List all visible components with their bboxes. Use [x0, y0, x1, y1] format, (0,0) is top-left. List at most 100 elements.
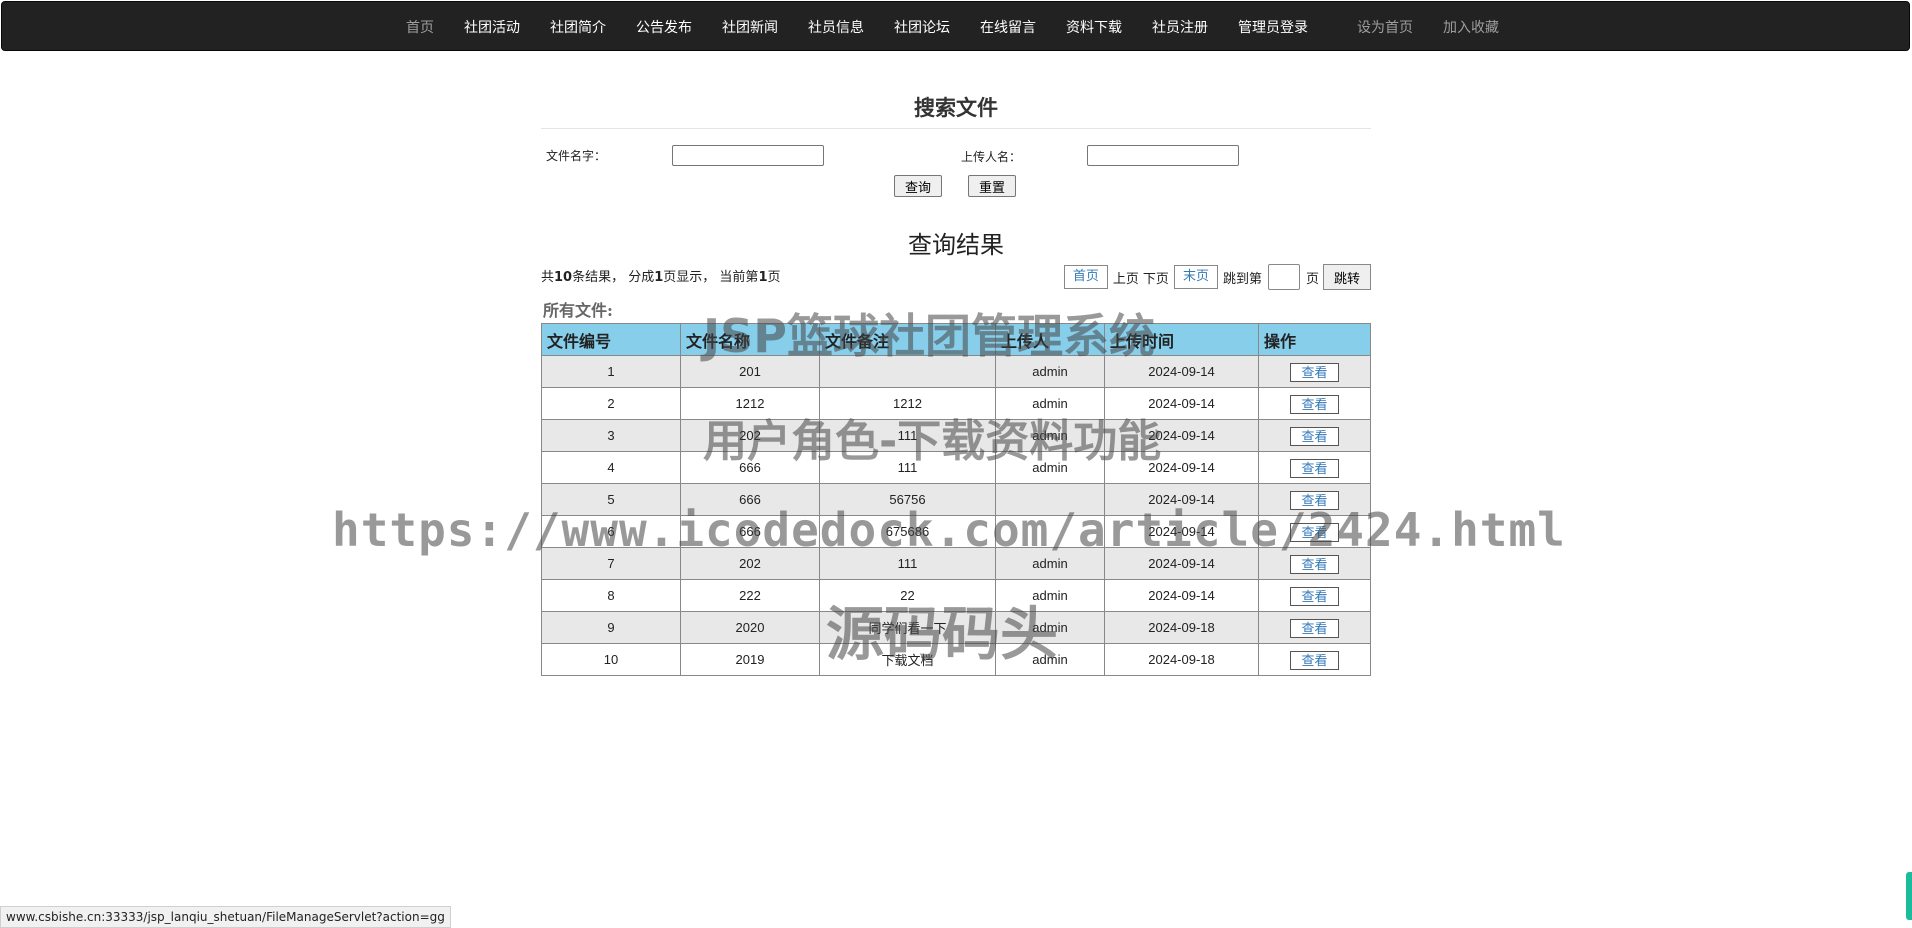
cell-file-note: 111	[819, 451, 996, 484]
view-button[interactable]: 查看	[1290, 619, 1339, 638]
cell-file-id: 10	[541, 643, 681, 676]
cell-uploader: admin	[995, 547, 1105, 580]
cell-action: 查看	[1258, 515, 1371, 548]
view-button[interactable]: 查看	[1290, 651, 1339, 670]
pagination: 首页 上页 下页 末页 跳到第 页 跳转	[1061, 264, 1371, 290]
all-files-label: 所有文件:	[543, 301, 613, 320]
nav-item-forum[interactable]: 社团论坛	[894, 17, 950, 37]
table-row: 2 1212 1212 admin 2024-09-14 查看	[541, 387, 1371, 420]
results-title: 查询结果	[908, 231, 1004, 259]
add-favorite-link[interactable]: 加入收藏	[1443, 17, 1499, 37]
nav-item-downloads[interactable]: 资料下载	[1066, 17, 1122, 37]
cell-uploader: admin	[995, 611, 1105, 644]
cell-uploader	[995, 483, 1105, 516]
cell-upload-time: 2024-09-18	[1104, 643, 1259, 676]
nav-item-activities[interactable]: 社团活动	[464, 17, 520, 37]
last-page-button[interactable]: 末页	[1173, 265, 1218, 289]
view-button[interactable]: 查看	[1290, 555, 1339, 574]
view-button[interactable]: 查看	[1290, 491, 1339, 510]
table-row: 7 202 111 admin 2024-09-14 查看	[541, 547, 1371, 580]
cell-file-name: 202	[680, 547, 820, 580]
nav-menu: 首页 社团活动 社团简介 公告发布 社团新闻 社员信息 社团论坛 在线留言 资料…	[406, 2, 1338, 52]
cell-file-id: 1	[541, 355, 681, 388]
view-button[interactable]: 查看	[1290, 363, 1339, 382]
cell-action: 查看	[1258, 547, 1371, 580]
cell-file-id: 2	[541, 387, 681, 420]
main-content: 搜索文件 文件名字： 上传人名： 查询 重置 查询结果 共10条结果， 分成1页…	[541, 52, 1371, 676]
cell-action: 查看	[1258, 387, 1371, 420]
nav-item-home[interactable]: 首页	[406, 17, 434, 37]
cell-action: 查看	[1258, 483, 1371, 516]
cell-upload-time: 2024-09-14	[1104, 451, 1259, 484]
cell-file-note: 675686	[819, 515, 996, 548]
cell-action: 查看	[1258, 355, 1371, 388]
cell-upload-time: 2024-09-18	[1104, 611, 1259, 644]
cell-file-note: 22	[819, 579, 996, 612]
view-button[interactable]: 查看	[1290, 427, 1339, 446]
view-button[interactable]: 查看	[1290, 459, 1339, 478]
summary-prefix: 共	[541, 270, 555, 285]
summary-mid2: 页显示， 当前第	[663, 270, 759, 285]
uploader-input[interactable]	[1087, 145, 1239, 166]
query-button[interactable]: 查询	[894, 175, 943, 197]
table-row: 3 202 111 admin 2024-09-14 查看	[541, 419, 1371, 452]
reset-button[interactable]: 重置	[968, 175, 1017, 197]
cell-upload-time: 2024-09-14	[1104, 483, 1259, 516]
cell-file-id: 6	[541, 515, 681, 548]
cell-upload-time: 2024-09-14	[1104, 355, 1259, 388]
jump-button[interactable]: 跳转	[1322, 264, 1371, 290]
first-page-button[interactable]: 首页	[1063, 265, 1108, 289]
cell-file-name: 2020	[680, 611, 820, 644]
cell-file-note: 111	[819, 419, 996, 452]
cell-action: 查看	[1258, 579, 1371, 612]
cell-file-name: 222	[680, 579, 820, 612]
nav-item-intro[interactable]: 社团简介	[550, 17, 606, 37]
nav-item-members[interactable]: 社员信息	[808, 17, 864, 37]
col-action: 操作	[1258, 323, 1371, 356]
view-button[interactable]: 查看	[1290, 587, 1339, 606]
summary-mid1: 条结果， 分成	[572, 270, 655, 285]
cell-uploader: admin	[995, 355, 1105, 388]
pager-row: 共10条结果， 分成1页显示， 当前第1页 首页 上页 下页 末页 跳到第 页 …	[541, 264, 1371, 294]
cell-file-id: 8	[541, 579, 681, 612]
cell-file-id: 5	[541, 483, 681, 516]
cell-file-name: 2019	[680, 643, 820, 676]
nav-item-register[interactable]: 社员注册	[1152, 17, 1208, 37]
cell-file-name: 201	[680, 355, 820, 388]
cell-file-name: 1212	[680, 387, 820, 420]
set-homepage-link[interactable]: 设为首页	[1357, 17, 1413, 37]
summary-pages: 1	[654, 270, 664, 285]
cell-file-id: 4	[541, 451, 681, 484]
next-page-link[interactable]: 下页	[1143, 268, 1169, 287]
cell-file-note: 同学们看一下	[819, 611, 996, 644]
side-edge-tab[interactable]	[1906, 872, 1912, 920]
col-uploader: 上传人	[995, 323, 1105, 356]
cell-uploader: admin	[995, 451, 1105, 484]
table-row: 4 666 111 admin 2024-09-14 查看	[541, 451, 1371, 484]
col-file-note: 文件备注	[819, 323, 996, 356]
top-navbar: 首页 社团活动 社团简介 公告发布 社团新闻 社员信息 社团论坛 在线留言 资料…	[1, 1, 1910, 51]
nav-item-messages[interactable]: 在线留言	[980, 17, 1036, 37]
cell-file-id: 7	[541, 547, 681, 580]
view-button[interactable]: 查看	[1290, 523, 1339, 542]
prev-page-link[interactable]: 上页	[1113, 268, 1139, 287]
cell-file-note: 1212	[819, 387, 996, 420]
table-row: 8 222 22 admin 2024-09-14 查看	[541, 579, 1371, 612]
cell-file-note: 56756	[819, 483, 996, 516]
table-row: 10 2019 下载文档 admin 2024-09-18 查看	[541, 643, 1371, 676]
cell-file-note: 111	[819, 547, 996, 580]
cell-file-name: 202	[680, 419, 820, 452]
jump-page-input[interactable]	[1267, 264, 1300, 290]
nav-item-announcements[interactable]: 公告发布	[636, 17, 692, 37]
table-row: 6 666 675686 2024-09-14 查看	[541, 515, 1371, 548]
cell-upload-time: 2024-09-14	[1104, 387, 1259, 420]
cell-file-note	[819, 355, 996, 388]
cell-upload-time: 2024-09-14	[1104, 579, 1259, 612]
nav-item-admin-login[interactable]: 管理员登录	[1238, 17, 1308, 37]
cell-file-name: 666	[680, 451, 820, 484]
file-name-input[interactable]	[672, 145, 824, 166]
nav-item-news[interactable]: 社团新闻	[722, 17, 778, 37]
view-button[interactable]: 查看	[1290, 395, 1339, 414]
cell-file-name: 666	[680, 515, 820, 548]
search-form: 文件名字： 上传人名： 查询 重置	[541, 145, 1371, 199]
